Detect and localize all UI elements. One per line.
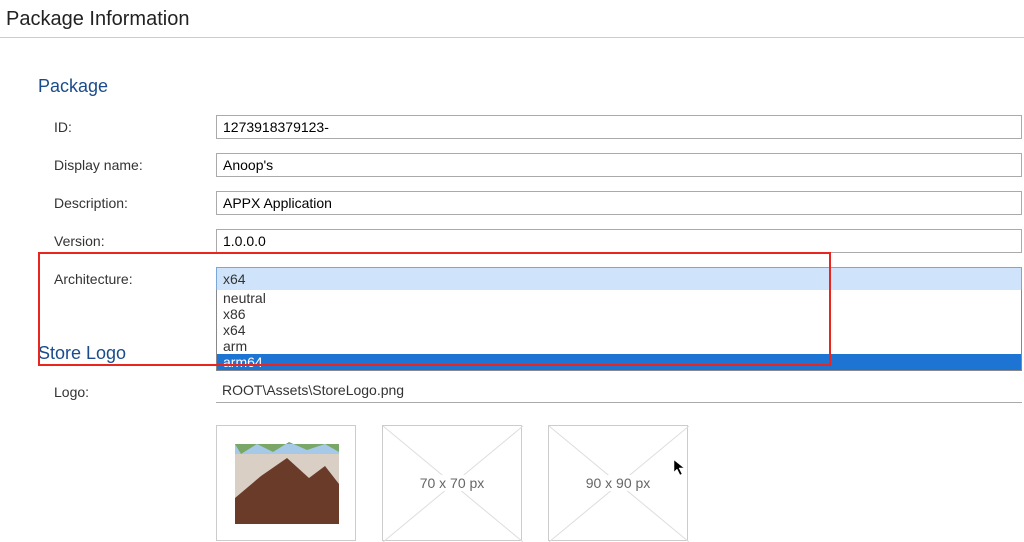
arch-option-x64[interactable]: x64 (217, 322, 1021, 338)
row-description: Description: (38, 191, 1024, 215)
label-architecture: Architecture: (54, 271, 216, 287)
thumb-50x50[interactable] (216, 425, 356, 541)
cursor-icon (674, 460, 690, 476)
logo-thumbnails: 70 x 70 px 90 x 90 px (38, 425, 1024, 541)
arch-option-neutral[interactable]: neutral (217, 290, 1021, 306)
arch-option-arm[interactable]: arm (217, 338, 1021, 354)
thumb-70x70[interactable]: 70 x 70 px (382, 425, 522, 541)
label-description: Description: (54, 195, 216, 211)
thumb-90x90-label: 90 x 90 px (582, 475, 655, 491)
section-header-package: Package (38, 76, 1024, 97)
logo-path[interactable]: ROOT\Assets\StoreLogo.png (216, 382, 1022, 403)
label-logo: Logo: (54, 382, 216, 400)
row-version: Version: (38, 229, 1024, 253)
row-display-name: Display name: (38, 153, 1024, 177)
architecture-dropdown[interactable]: neutral x86 x64 arm arm64 (216, 290, 1022, 371)
architecture-selected-value[interactable]: x64 (216, 267, 1022, 291)
input-description[interactable] (216, 191, 1022, 215)
thumb-70x70-label: 70 x 70 px (416, 475, 489, 491)
content-area: Package ID: Display name: Description: V… (0, 38, 1024, 541)
page-title: Package Information (0, 0, 1024, 38)
input-display-name[interactable] (216, 153, 1022, 177)
input-version[interactable] (216, 229, 1022, 253)
arch-option-arm64[interactable]: arm64 (217, 354, 1021, 370)
store-logo-image (217, 426, 357, 542)
architecture-select[interactable]: x64 neutral x86 x64 arm arm64 (216, 267, 1022, 291)
label-version: Version: (54, 233, 216, 249)
row-architecture: Architecture: x64 neutral x86 x64 arm ar… (38, 267, 1024, 291)
thumb-90x90[interactable]: 90 x 90 px (548, 425, 688, 541)
arch-option-x86[interactable]: x86 (217, 306, 1021, 322)
row-id: ID: (38, 115, 1024, 139)
label-id: ID: (54, 119, 216, 135)
label-display-name: Display name: (54, 157, 216, 173)
input-id[interactable] (216, 115, 1022, 139)
row-logo: Logo: ROOT\Assets\StoreLogo.png (38, 382, 1024, 403)
